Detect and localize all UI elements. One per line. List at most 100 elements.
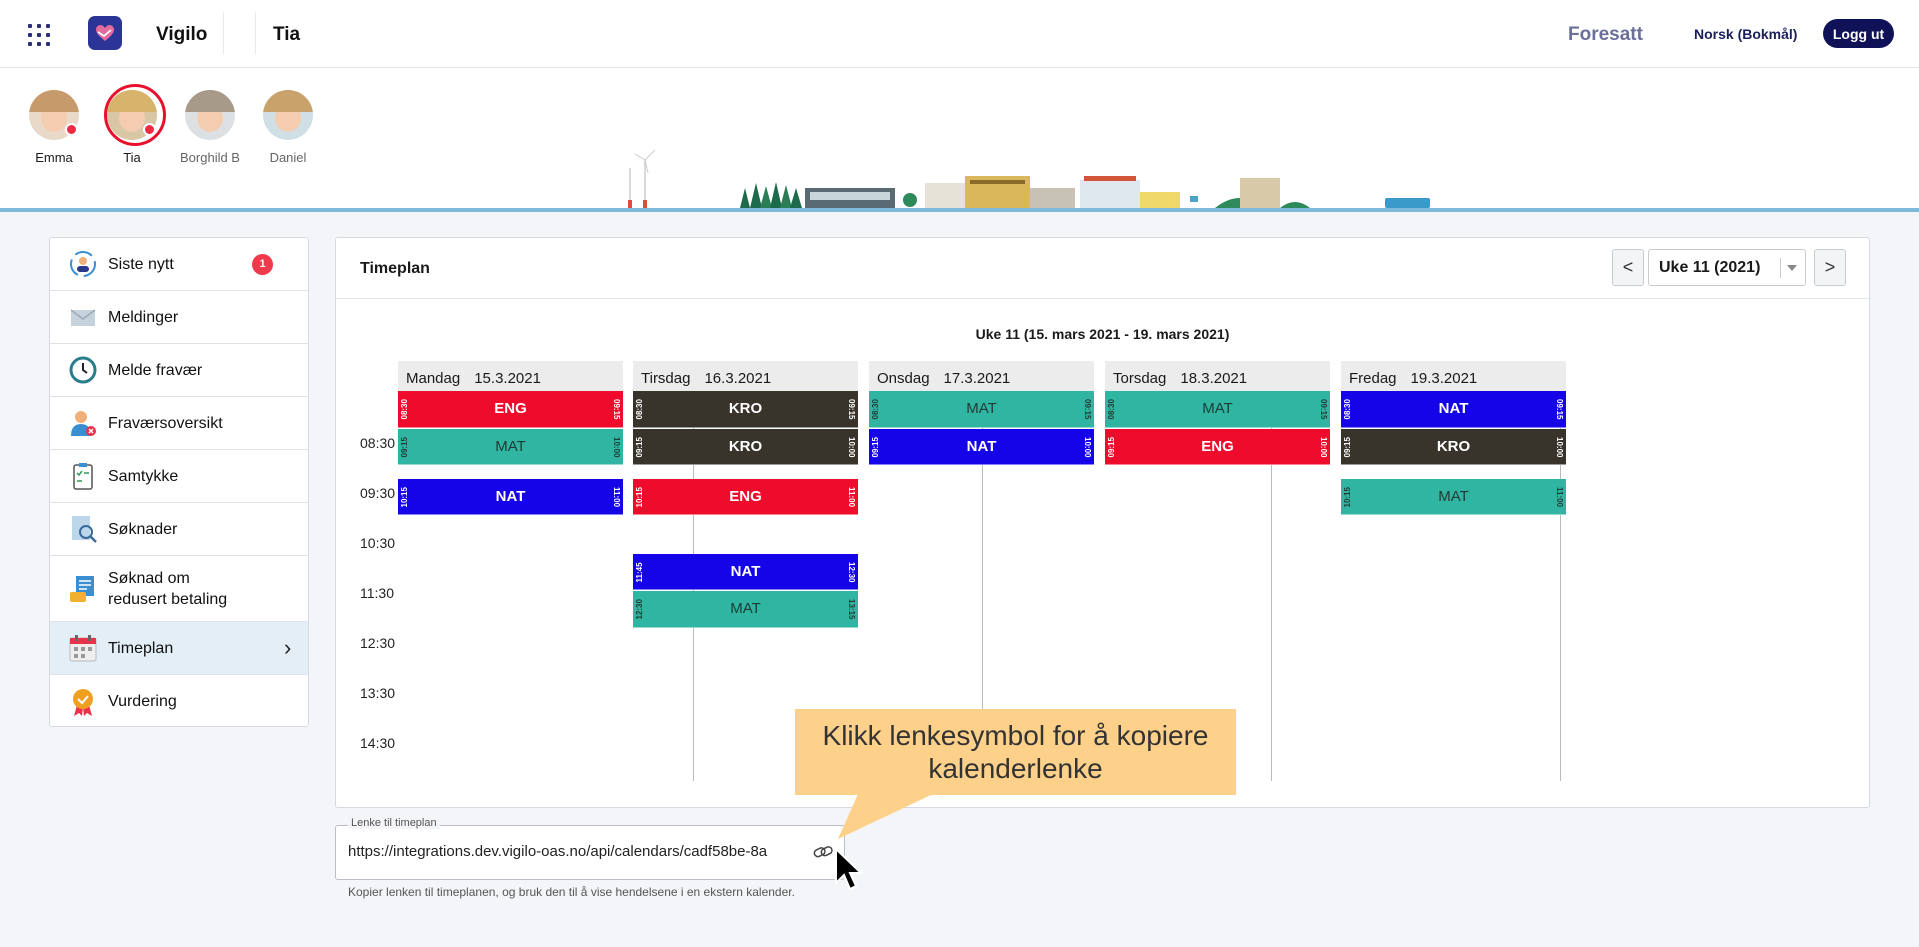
lesson-block[interactable]: 10:15 MAT 11:00: [1341, 478, 1566, 515]
week-select[interactable]: Uke 11 (2021): [1648, 249, 1806, 286]
menu-item-samtykke[interactable]: Samtykke: [50, 450, 308, 503]
lesson-end-time: 11:00: [1555, 486, 1564, 507]
next-week-button[interactable]: >: [1814, 249, 1846, 286]
lesson-start-time: 09:15: [871, 436, 880, 457]
lesson-subject: NAT: [966, 437, 997, 455]
language-selector[interactable]: Norsk (Bokmål): [1694, 26, 1797, 42]
child-borghild[interactable]: Borghild B: [170, 90, 250, 165]
time-label: 08:30: [360, 435, 396, 451]
lesson-subject: NAT: [1438, 400, 1469, 417]
menu-item-vurdering[interactable]: Vurdering: [50, 675, 308, 728]
caret-down-icon: [1787, 265, 1797, 271]
callout-tail: [838, 794, 933, 839]
lesson-block[interactable]: 08:30 NAT 09:15: [1341, 391, 1566, 428]
envelope-icon: [70, 309, 96, 326]
lesson-subject: NAT: [730, 562, 761, 580]
app-grid-icon[interactable]: [28, 24, 50, 46]
selected-child-name: Tia: [273, 24, 301, 45]
lesson-start-time: 09:15: [635, 436, 644, 457]
callout-line: kalenderlenke: [928, 753, 1103, 784]
town-skyline-illustration: [628, 149, 1430, 208]
lesson-end-time: 10:00: [1083, 436, 1092, 457]
menu-item-soknad-redusert-betaling[interactable]: Søknad om redusert betaling: [50, 556, 308, 622]
day-name: Onsdag: [877, 370, 930, 387]
ground-line: [0, 208, 1919, 212]
time-label: 14:30: [360, 735, 396, 751]
news-icon: [70, 251, 96, 277]
lesson-block[interactable]: 09:15 KRO 10:00: [633, 428, 858, 465]
calendar-link-value[interactable]: https://integrations.dev.vigilo-oas.no/a…: [348, 843, 803, 860]
time-label: 12:30: [360, 635, 396, 651]
notification-badge: 1: [252, 253, 273, 275]
notification-dot: [143, 123, 156, 136]
lesson-start-time: 08:30: [1343, 399, 1352, 420]
lesson-subject: KRO: [728, 400, 763, 417]
day-name: Tirsdag: [641, 370, 691, 387]
divider: [223, 12, 224, 54]
lesson-start-time: 08:30: [871, 399, 880, 420]
lesson-block[interactable]: 09:15 MAT 10:00: [398, 428, 623, 465]
lesson-block[interactable]: 12:30 MAT 13:15: [633, 591, 858, 628]
time-label: 09:30: [360, 485, 396, 501]
person-absence-icon: [71, 411, 96, 436]
panel-title: Timeplan: [360, 260, 430, 277]
lesson-block[interactable]: 08:30 KRO 09:15: [633, 391, 858, 428]
lesson-subject: KRO: [728, 437, 763, 455]
menu-item-label: Søknad om redusert betaling: [108, 569, 228, 608]
lesson-start-time: 12:30: [635, 599, 644, 620]
menu-item-melde-fravaer[interactable]: Melde fravær: [50, 344, 308, 397]
menu-item-soknader[interactable]: Søknader: [50, 503, 308, 556]
lesson-block[interactable]: 10:15 NAT 11:00: [398, 478, 623, 515]
lesson-end-time: 09:15: [847, 399, 856, 420]
avatar: [263, 90, 313, 140]
child-emma[interactable]: Emma: [14, 90, 94, 165]
lesson-end-time: 09:15: [612, 399, 621, 420]
lesson-block[interactable]: 08:30 MAT 09:15: [1105, 391, 1330, 428]
children-selector: Emma Tia Borghild B Daniel: [0, 68, 1919, 212]
time-label: 11:30: [360, 585, 394, 601]
mouse-cursor-icon: [835, 847, 864, 891]
menu-item-meldinger[interactable]: Meldinger: [50, 291, 308, 344]
lesson-end-time: 12:30: [847, 561, 856, 582]
lesson-subject: ENG: [1201, 437, 1234, 455]
menu-item-siste-nytt[interactable]: Siste nytt 1: [50, 238, 308, 291]
lesson-start-time: 10:15: [1343, 486, 1352, 507]
day-date: 16.3.2021: [704, 370, 772, 387]
child-daniel[interactable]: Daniel: [248, 90, 328, 165]
lesson-block[interactable]: 09:15 NAT 10:00: [869, 428, 1094, 465]
lesson-start-time: 08:30: [635, 399, 644, 420]
link-icon[interactable]: [812, 841, 834, 863]
lesson-block[interactable]: 10:15 ENG 11:00: [633, 478, 858, 515]
chevron-right-icon: >: [1824, 257, 1836, 277]
lesson-end-time: 10:00: [1555, 436, 1564, 457]
lesson-block[interactable]: 09:15 KRO 10:00: [1341, 428, 1566, 465]
calendar-link-field[interactable]: https://integrations.dev.vigilo-oas.no/a…: [335, 825, 845, 880]
lesson-block[interactable]: 09:15 ENG 10:00: [1105, 428, 1330, 465]
lesson-start-time: 11:45: [635, 561, 644, 582]
clock-icon: [69, 356, 97, 384]
menu-item-timeplan[interactable]: Timeplan ›: [50, 622, 308, 675]
payment-form-icon: [70, 575, 94, 602]
previous-week-button[interactable]: <: [1612, 249, 1644, 286]
lesson-block[interactable]: 08:30 ENG 09:15: [398, 391, 623, 428]
time-label: 10:30: [360, 535, 396, 551]
lesson-subject: MAT: [1202, 400, 1233, 417]
calendar-link-helper: Kopier lenken til timeplanen, og bruk de…: [348, 885, 795, 899]
child-tia[interactable]: Tia: [92, 84, 172, 165]
lesson-subject: MAT: [495, 437, 526, 455]
menu-item-label: Samtykke: [108, 467, 179, 485]
clipboard-check-icon: [73, 463, 93, 490]
lesson-end-time: 13:15: [847, 599, 856, 620]
child-name: Tia: [123, 150, 141, 165]
menu-item-fravaersoversikt[interactable]: Fraværsoversikt: [50, 397, 308, 450]
avatar: [185, 90, 235, 140]
lesson-block[interactable]: 11:45 NAT 12:30: [633, 553, 858, 590]
lesson-start-time: 10:15: [635, 486, 644, 507]
lesson-block[interactable]: 08:30 MAT 09:15: [869, 391, 1094, 428]
logout-button[interactable]: Logg ut: [1823, 19, 1894, 48]
child-name: Borghild B: [180, 150, 240, 165]
medal-icon: [73, 688, 93, 716]
vigilo-logo[interactable]: [88, 16, 122, 50]
day-date: 15.3.2021: [474, 370, 541, 387]
lesson-end-time: 10:00: [612, 436, 621, 457]
